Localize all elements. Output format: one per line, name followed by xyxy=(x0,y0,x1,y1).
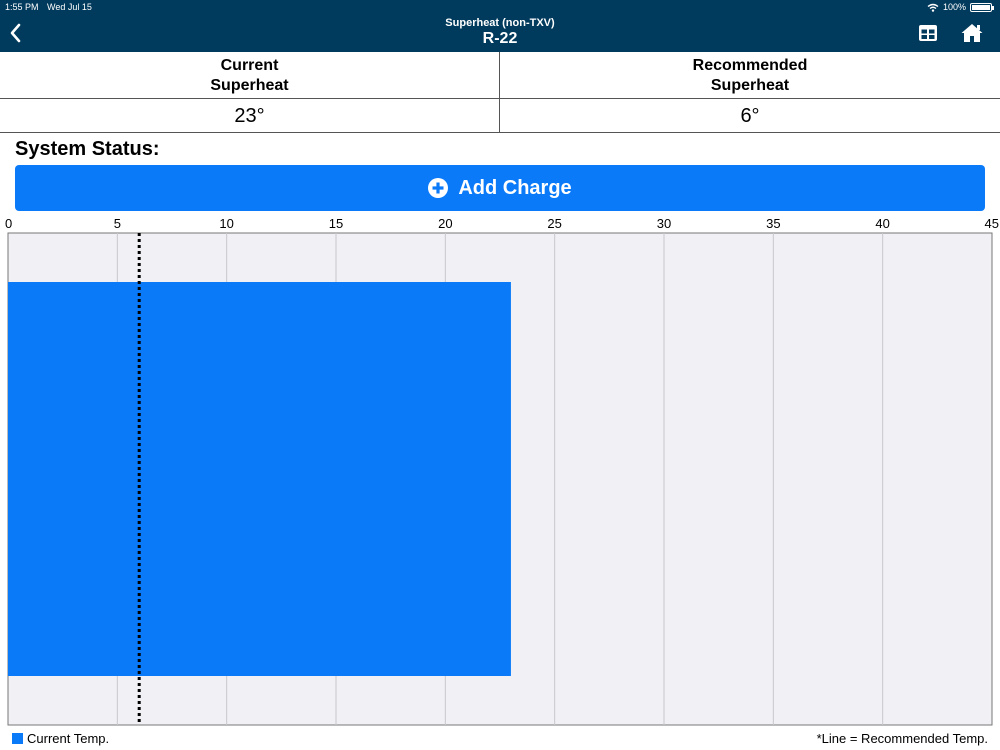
wifi-icon xyxy=(927,3,939,12)
header-title: R-22 xyxy=(482,30,518,47)
recommended-superheat-value: 6° xyxy=(740,105,760,127)
recommended-superheat-column: Recommended Superheat 6° xyxy=(500,52,1000,132)
add-charge-label: Add Charge xyxy=(458,176,572,199)
add-charge-button[interactable]: Add Charge xyxy=(15,165,985,211)
superheat-chart: 0 5 10 15 20 25 30 35 40 45 xyxy=(5,216,999,726)
x-tick-label: 45 xyxy=(985,216,999,231)
current-superheat-value: 23° xyxy=(234,105,265,127)
home-icon xyxy=(961,24,983,42)
table-view-button[interactable] xyxy=(918,24,938,42)
x-tick-label: 10 xyxy=(219,216,233,231)
current-superheat-label-line1: Current xyxy=(220,57,279,74)
current-superheat-header: Current Superheat xyxy=(0,52,499,99)
x-tick-label: 0 xyxy=(5,216,12,231)
superheat-table: Current Superheat 23° Recommended Superh… xyxy=(0,52,1000,133)
battery-percent: 100% xyxy=(942,2,966,12)
table-icon xyxy=(919,25,937,41)
x-tick-label: 35 xyxy=(766,216,780,231)
current-temp-bar xyxy=(8,282,511,676)
legend-swatch xyxy=(12,733,23,744)
status-time: 1:55 PM xyxy=(5,2,39,12)
x-tick-label: 15 xyxy=(329,216,343,231)
plus-circle-icon xyxy=(428,178,449,198)
system-status-label: System Status: xyxy=(15,138,160,160)
nav-bar: 1:55 PM Wed Jul 15 100% Superheat (non-T… xyxy=(0,0,1000,52)
x-tick-label: 20 xyxy=(438,216,452,231)
status-date: Wed Jul 15 xyxy=(47,2,92,12)
battery-icon xyxy=(970,2,994,12)
x-tick-label: 5 xyxy=(114,216,121,231)
recommended-superheat-label-line1: Recommended xyxy=(692,57,808,74)
current-superheat-label-line2: Superheat xyxy=(210,77,289,94)
current-superheat-column: Current Superheat 23° xyxy=(0,52,500,132)
chart-legend: Current Temp. xyxy=(12,731,109,746)
recommended-superheat-header: Recommended Superheat xyxy=(500,52,1000,99)
x-tick-label: 25 xyxy=(547,216,561,231)
x-tick-label: 30 xyxy=(657,216,671,231)
recommended-superheat-label-line2: Superheat xyxy=(710,77,790,94)
recommended-line-note: *Line = Recommended Temp. xyxy=(816,731,988,746)
x-tick-label: 40 xyxy=(875,216,889,231)
legend-current-label: Current Temp. xyxy=(27,731,110,746)
header-subtitle: Superheat (non-TXV) xyxy=(445,17,555,29)
home-button[interactable] xyxy=(960,22,984,44)
status-indicators: 100% xyxy=(927,2,994,12)
